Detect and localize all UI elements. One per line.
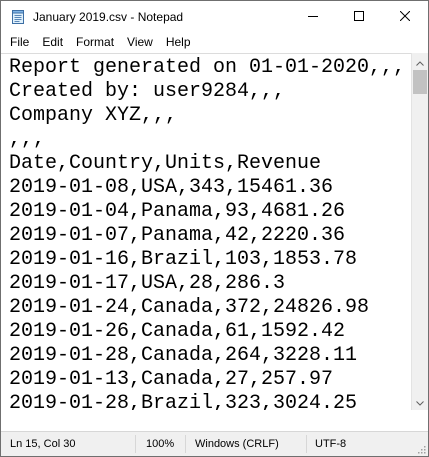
text-line: 2019-01-17,USA,28,286.3	[9, 272, 286, 295]
menu-file[interactable]: File	[3, 32, 35, 53]
cursor-position: Ln 15, Col 30	[10, 438, 76, 450]
maximize-button[interactable]	[336, 1, 382, 32]
encoding: UTF-8	[315, 438, 347, 450]
text-line: 2019-01-28,Canada,264,3228.11	[9, 344, 358, 367]
text-line: 2019-01-26,Canada,61,1592.42	[9, 320, 346, 343]
notepad-window: January 2019.csv - Notepad File Edit For…	[0, 0, 429, 457]
menu-edit[interactable]: Edit	[35, 32, 69, 53]
title-bar[interactable]: January 2019.csv - Notepad	[1, 1, 428, 32]
text-line: 2019-01-04,Panama,93,4681.26	[9, 200, 346, 223]
text-line: Created by: user9284,,,	[9, 80, 286, 103]
resize-grip-icon[interactable]	[416, 444, 426, 454]
zoom-level: 100%	[146, 438, 175, 450]
vertical-scrollbar[interactable]	[411, 53, 428, 410]
menu-view[interactable]: View	[120, 32, 159, 53]
status-divider	[306, 435, 307, 453]
chevron-down-icon	[416, 393, 424, 411]
scroll-down-button[interactable]	[412, 393, 428, 410]
text-line: 2019-01-16,Brazil,103,1853.78	[9, 248, 358, 271]
text-line: Date,Country,Units,Revenue	[9, 152, 322, 175]
menu-format[interactable]: Format	[69, 32, 120, 53]
scroll-up-button[interactable]	[412, 53, 428, 70]
line-ending: Windows (CRLF)	[195, 438, 279, 450]
minimize-button[interactable]	[290, 1, 336, 32]
status-bar: Ln 15, Col 30 100% Windows (CRLF) UTF-8	[1, 431, 428, 456]
editor-bottom-area	[1, 410, 428, 431]
maximize-icon	[354, 8, 364, 26]
chevron-up-icon	[416, 53, 424, 71]
text-line: 2019-01-13,Canada,27,257.97	[9, 368, 334, 391]
text-editor[interactable]: Report generated on 01-01-2020,,, Create…	[1, 53, 411, 410]
text-line: 2019-01-24,Canada,372,24826.98	[9, 296, 370, 319]
minimize-icon	[308, 8, 318, 26]
window-title: January 2019.csv - Notepad	[33, 10, 184, 24]
menu-help[interactable]: Help	[159, 32, 197, 53]
text-line: 2019-01-28,Brazil,323,3024.25	[9, 392, 358, 410]
notepad-icon[interactable]	[10, 9, 26, 25]
status-divider	[135, 435, 136, 453]
close-button[interactable]	[382, 1, 428, 32]
close-icon	[399, 8, 411, 26]
menu-bar: File Edit Format View Help	[1, 32, 428, 53]
text-line: ,,,	[9, 128, 46, 151]
text-line: Company XYZ,,,	[9, 104, 178, 127]
text-line: 2019-01-07,Panama,42,2220.36	[9, 224, 346, 247]
scrollbar-thumb[interactable]	[413, 70, 427, 94]
status-divider	[185, 435, 186, 453]
text-line: Report generated on 01-01-2020,,,	[9, 56, 406, 79]
text-line: 2019-01-08,USA,343,15461.36	[9, 176, 334, 199]
